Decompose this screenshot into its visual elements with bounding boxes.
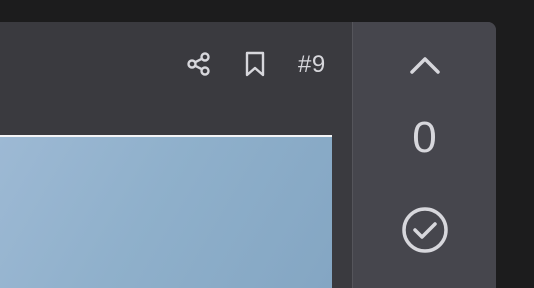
post-image [0, 135, 332, 288]
upvote-button[interactable] [403, 48, 447, 82]
share-button[interactable] [185, 50, 213, 78]
check-circle-icon [402, 207, 448, 253]
chevron-up-icon [410, 57, 440, 74]
vote-panel: 0 [353, 22, 496, 288]
post-main: #9 [0, 22, 352, 288]
vote-count: 0 [412, 113, 437, 162]
accept-answer-button[interactable] [400, 205, 450, 255]
share-icon [187, 52, 210, 76]
post-number-link[interactable]: #9 [298, 51, 326, 79]
bookmark-icon [245, 51, 265, 77]
bookmark-button[interactable] [241, 50, 269, 78]
post-card: #9 0 [0, 22, 496, 288]
